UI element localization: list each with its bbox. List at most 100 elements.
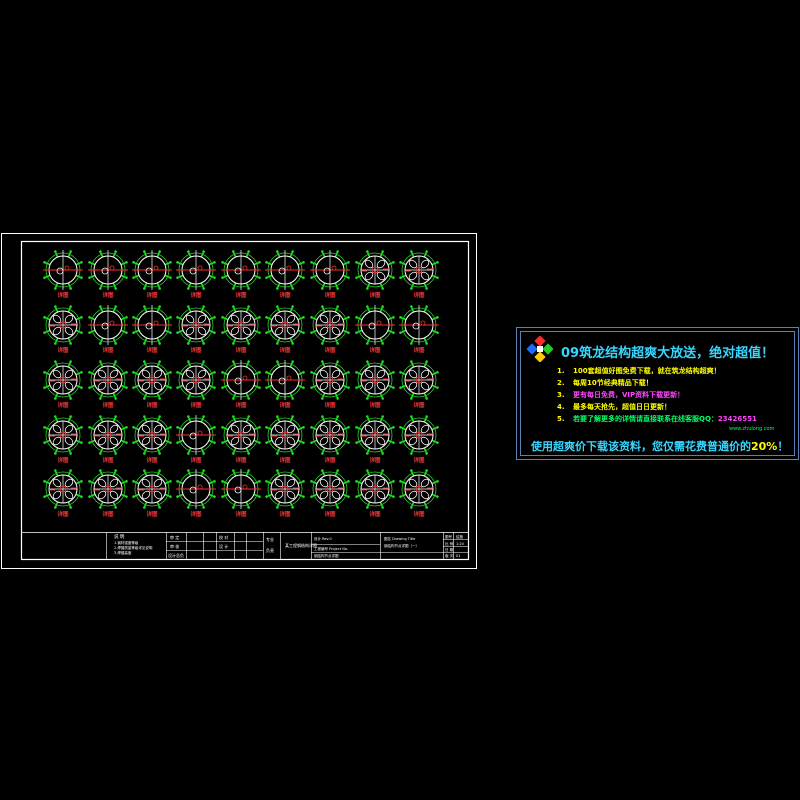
node-detail: 详图: [88, 305, 128, 354]
title-block: 说 明 1.钢材强度等级 2.焊缝质量等级详见说明 3.焊缝高度 审 定 审 核…: [22, 532, 468, 559]
node-detail: 详图: [265, 305, 305, 354]
promo-item-4-num: 4.: [557, 403, 565, 411]
node-detail: 详图: [132, 250, 172, 299]
node-detail: 详图: [310, 250, 350, 299]
node-detail: 详图: [88, 415, 128, 464]
node-details-grid: 详图 详图 详图 详图 详图 详图 详图 详图 详图详图 详图 详图 详图 详图 详图 详图 详图 详图详图 详图…: [43, 250, 439, 518]
detail-label: 详图: [324, 346, 336, 354]
detail-label: 详图: [235, 346, 247, 354]
check-label: 校 对: [219, 534, 228, 540]
detail-label: 详图: [146, 401, 158, 409]
detail-label: 详图: [57, 456, 69, 464]
node-detail: 详图: [176, 250, 216, 299]
node-detail: 详图: [132, 360, 172, 409]
detail-label: 详图: [146, 291, 158, 299]
detail-label: 详图: [279, 510, 291, 518]
detail-label: 详图: [279, 456, 291, 464]
node-detail: 详图: [399, 250, 439, 299]
detail-label: 详图: [190, 346, 202, 354]
project-no-cell: 工程编号 Project No.: [314, 546, 348, 551]
promo-item-5-text: 若要了解更多的详情请直接联系在线客服QQ：: [573, 415, 718, 423]
detail-label: 详图: [102, 346, 114, 354]
promo-item-4-text: 最多每天抢先，超值日日更新！: [573, 403, 671, 411]
node-detail: 详图: [43, 469, 83, 518]
detail-label: 详图: [324, 291, 336, 299]
node-detail: 详图: [88, 469, 128, 518]
node-detail: 详图: [310, 305, 350, 354]
drawing-no-label: 图号: [445, 534, 453, 539]
detail-label: 详图: [235, 456, 247, 464]
promo-item-2-num: 2.: [557, 379, 565, 387]
detail-label: 详图: [190, 456, 202, 464]
detail-label: 详图: [369, 510, 381, 518]
detail-label: 详图: [235, 291, 247, 299]
promo-item-3: 3. 更有每日免费，VIP资料下载更新！: [557, 390, 684, 400]
detail-label: 详图: [369, 346, 381, 354]
detail-label: 详图: [279, 346, 291, 354]
detail-label: 详图: [57, 401, 69, 409]
node-detail: 详图: [132, 469, 172, 518]
detail-label: 详图: [146, 346, 158, 354]
detail-label: 详图: [369, 291, 381, 299]
detail-label: 详图: [190, 291, 202, 299]
revision-value: 01: [456, 554, 460, 558]
node-detail: 详图: [355, 469, 395, 518]
detail-label: 详图: [369, 456, 381, 464]
review-label: 审 核: [170, 543, 179, 549]
node-detail: 详图: [176, 360, 216, 409]
node-detail: 详图: [221, 250, 261, 299]
detail-label: 详图: [279, 291, 291, 299]
promo-item-1-text: 100套超值好图免费下载，就在筑龙结构超爽！: [573, 367, 721, 375]
promo-footer-percent: 20%: [751, 440, 778, 453]
promo-item-1: 1. 100套超值好图免费下载，就在筑龙结构超爽！: [557, 366, 721, 376]
project-name: 某工程钢结构详图: [285, 542, 317, 548]
lead-label: 负责: [266, 547, 274, 553]
node-detail: 详图: [399, 360, 439, 409]
node-detail: 详图: [265, 469, 305, 518]
promo-item-5: 5. 若要了解更多的详情请直接联系在线客服QQ：23426551: [557, 414, 757, 424]
detail-label: 详图: [57, 510, 69, 518]
date-label: 日 期: [445, 547, 454, 552]
drawing-title-label: 图名 Drawing Title: [384, 536, 415, 541]
drawing-desc-cell: 钢结构节点详图: [314, 553, 339, 558]
node-detail: 详图: [176, 415, 216, 464]
detail-label: 详图: [190, 401, 202, 409]
node-detail: 详图: [310, 415, 350, 464]
drawing-no-value: 结施: [456, 534, 464, 539]
detail-label: 详图: [146, 456, 158, 464]
detail-label: 详图: [324, 401, 336, 409]
promo-footer-suffix: ！: [777, 440, 789, 453]
detail-label: 详图: [369, 401, 381, 409]
detail-label: 详图: [413, 291, 425, 299]
detail-label: 详图: [102, 510, 114, 518]
node-detail: 详图: [176, 469, 216, 518]
detail-label: 详图: [102, 401, 114, 409]
promo-item-2: 2. 每周10节经典精品下载！: [557, 378, 653, 388]
node-detail: 详图: [221, 305, 261, 354]
node-detail: 详图: [132, 415, 172, 464]
drawing-title: 钢结构节点详图（一）: [384, 543, 419, 548]
node-detail: 详图: [221, 415, 261, 464]
node-detail: 详图: [43, 415, 83, 464]
node-detail: 详图: [176, 305, 216, 354]
node-detail: 详图: [265, 360, 305, 409]
detail-label: 详图: [413, 401, 425, 409]
promo-item-3-text: 更有每日免费，VIP资料下载更新！: [573, 391, 685, 399]
scale-value: 1:20: [456, 542, 464, 546]
rev-cell: 设计 Rev.0: [314, 536, 332, 541]
promo-item-3-num: 3.: [557, 391, 565, 399]
node-detail: 详图: [88, 250, 128, 299]
promo-note: www.zhulong.com: [729, 426, 775, 432]
note-3: 3.焊缝高度: [114, 550, 132, 555]
node-detail: 详图: [310, 360, 350, 409]
notes-title: 说 明: [114, 533, 125, 540]
promo-qq-number[interactable]: 23426551: [718, 415, 757, 423]
node-detail: 详图: [265, 250, 305, 299]
node-detail: 详图: [265, 415, 305, 464]
pinwheel-logo-icon: [527, 336, 553, 362]
detail-label: 详图: [102, 456, 114, 464]
design-label: 设 计: [219, 543, 228, 549]
detail-label: 详图: [235, 401, 247, 409]
node-detail: 详图: [355, 360, 395, 409]
promo-item-1-num: 1.: [557, 367, 565, 375]
